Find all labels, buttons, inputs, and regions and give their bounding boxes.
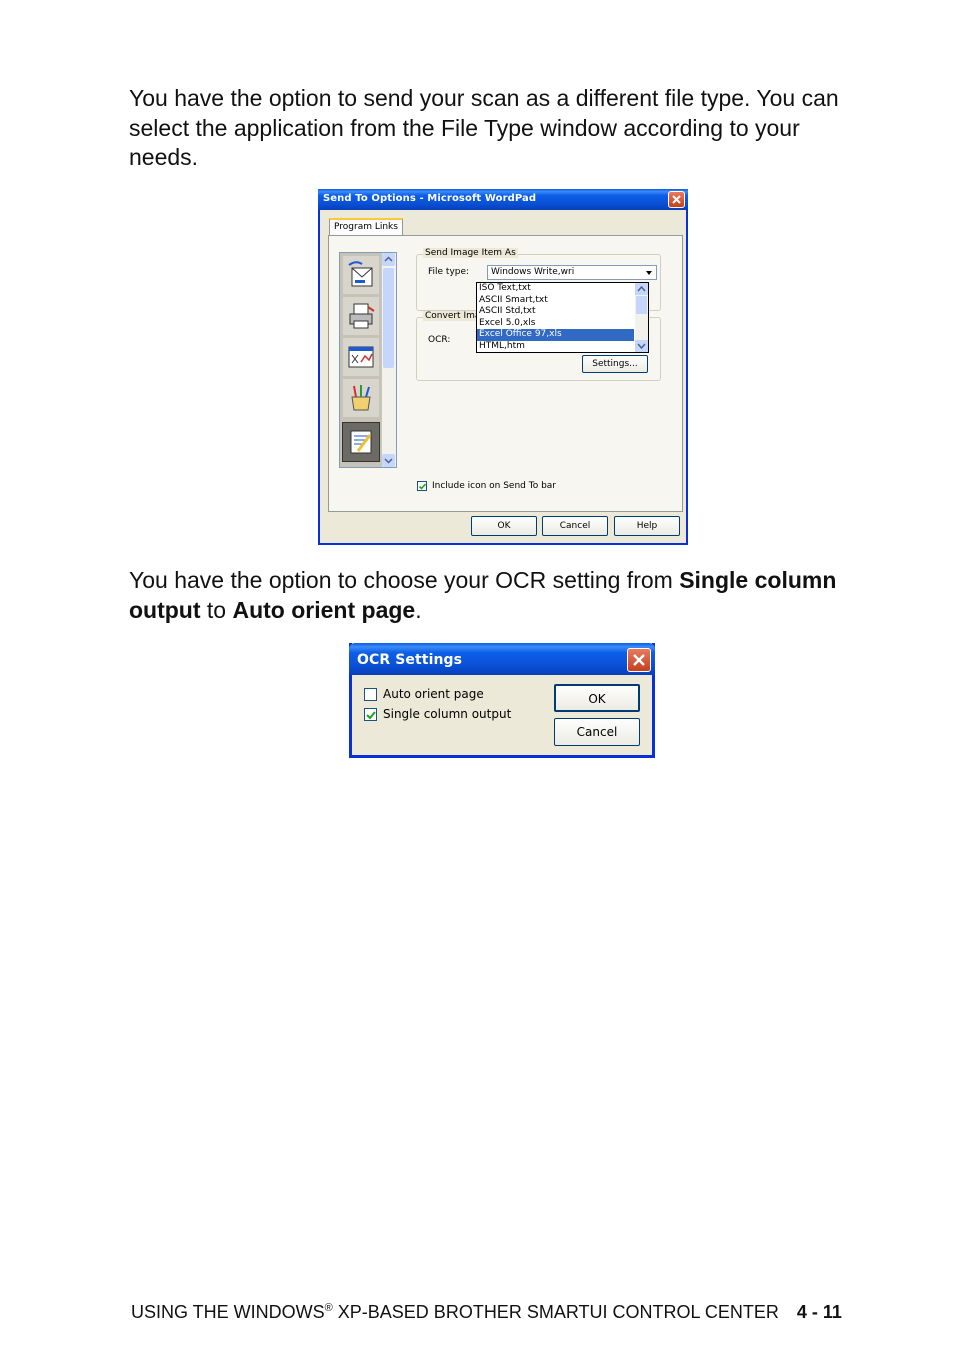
close-button[interactable]	[668, 191, 685, 208]
sidebar-item-wordpad[interactable]	[342, 422, 380, 462]
chevron-up-icon	[384, 256, 393, 262]
close-icon	[633, 654, 645, 666]
email-scan-icon	[348, 261, 373, 287]
cancel-button[interactable]: Cancel	[542, 516, 608, 536]
scroll-down-button[interactable]	[382, 454, 395, 467]
include-icon-checkbox[interactable]	[417, 481, 427, 491]
settings-button-label: Settings...	[592, 359, 638, 369]
ocr-dialog-title: OCR Settings	[357, 652, 463, 668]
tab-label: Program Links	[334, 222, 398, 232]
ocr-close-button[interactable]	[627, 648, 651, 672]
file-type-value: Windows Write,wri	[491, 267, 575, 277]
file-type-option[interactable]: ASCII Smart,txt	[477, 295, 634, 307]
auto-orient-checkbox[interactable]	[364, 688, 377, 701]
scroll-thumb[interactable]	[383, 268, 394, 368]
single-column-label: Single column output	[383, 707, 512, 721]
chevron-down-icon	[384, 458, 393, 464]
chevron-down-icon	[637, 343, 646, 350]
footer-text-before: USING THE WINDOWS	[131, 1302, 325, 1322]
auto-orient-emphasis: Auto orient page	[232, 596, 416, 623]
file-type-option[interactable]: Excel Office 97,xls	[477, 329, 634, 341]
tab-program-links[interactable]: Program Links	[329, 218, 403, 236]
checkmark-icon	[366, 711, 376, 720]
cancel-button-label: Cancel	[559, 521, 591, 531]
ocr-cancel-button[interactable]: Cancel	[554, 718, 640, 746]
include-icon-label: Include icon on Send To bar	[432, 481, 557, 491]
ocr-paragraph: You have the option to choose your OCR s…	[129, 566, 869, 625]
settings-button[interactable]: Settings...	[582, 355, 648, 373]
registered-mark: ®	[324, 1302, 333, 1314]
wordpad-notepad-icon	[350, 430, 372, 454]
tab-panel: Send Image Item As File type: Convert Im…	[328, 235, 683, 512]
single-column-checkbox[interactable]	[364, 708, 377, 721]
file-type-option[interactable]: HTML,htm	[477, 341, 634, 352]
file-type-select[interactable]: Windows Write,wri	[487, 265, 657, 280]
dropdown-scroll-down[interactable]	[635, 340, 648, 352]
paint-brushes-icon	[351, 385, 371, 411]
sidebar-scrollbar[interactable]	[381, 253, 396, 467]
dropdown-scroll-thumb[interactable]	[636, 296, 647, 314]
file-type-dropdown-list[interactable]: ISO Text,txt ASCII Smart,txt ASCII Std,txt…	[476, 282, 649, 353]
sidebar-item-paint[interactable]	[343, 379, 379, 417]
send-image-group-label: Send Image Item As	[423, 248, 518, 258]
page-number: 4 - 11	[796, 1302, 842, 1322]
file-type-label: File type:	[428, 267, 470, 277]
ocr-label: OCR:	[428, 335, 451, 345]
dropdown-scrollbar[interactable]	[635, 283, 648, 352]
file-type-option[interactable]: ISO Text,txt	[477, 283, 634, 295]
ocr-scan-icon	[348, 346, 374, 368]
page-footer: USING THE WINDOWS® XP-BASED BROTHER SMAR…	[131, 1302, 891, 1323]
title-bar[interactable]: Send To Options - Microsoft WordPad	[318, 189, 688, 210]
printer-scan-icon	[349, 303, 375, 329]
scroll-up-button[interactable]	[382, 253, 395, 266]
sidebar-item-email[interactable]	[343, 256, 379, 294]
ocr-title-bar[interactable]: OCR Settings	[349, 643, 655, 675]
file-type-option[interactable]: ASCII Std,txt	[477, 306, 634, 318]
ok-button[interactable]: OK	[471, 516, 537, 536]
file-type-option[interactable]: Excel 5.0,xls	[477, 318, 634, 330]
chevron-down-icon	[646, 271, 652, 275]
help-button[interactable]: Help	[614, 516, 680, 536]
auto-orient-label: Auto orient page	[383, 687, 484, 701]
chevron-up-icon	[637, 285, 646, 292]
close-icon	[672, 195, 681, 204]
sidebar-item-printer[interactable]	[343, 297, 379, 335]
ocr-cancel-label: Cancel	[576, 725, 618, 739]
intro-paragraph: You have the option to send your scan as…	[129, 85, 839, 170]
ocr-paragraph-middle: to	[200, 596, 233, 623]
ocr-paragraph-prefix: You have the option to choose your OCR s…	[129, 567, 680, 593]
sidebar-item-ocr[interactable]	[343, 338, 379, 376]
ocr-ok-button[interactable]: OK	[554, 684, 640, 712]
footer-text-after: XP-BASED BROTHER SMARTUI CONTROL CENTER	[332, 1302, 779, 1322]
ocr-ok-label: OK	[588, 692, 606, 706]
ocr-paragraph-suffix: .	[415, 596, 422, 623]
dropdown-scroll-up[interactable]	[635, 283, 648, 295]
file-type-options: ISO Text,txt ASCII Smart,txt ASCII Std,txt…	[477, 283, 634, 352]
ocr-settings-dialog: OCR Settings Auto orient page Single col…	[349, 643, 655, 758]
convert-image-group-label: Convert Ima	[423, 311, 483, 321]
dialog-title: Send To Options - Microsoft WordPad	[323, 193, 537, 204]
checkmark-icon	[418, 483, 427, 490]
send-to-options-dialog: Send To Options - Microsoft WordPad Prog…	[318, 189, 688, 545]
help-button-label: Help	[636, 521, 658, 531]
ok-button-label: OK	[497, 521, 511, 531]
program-sidebar	[339, 252, 397, 468]
